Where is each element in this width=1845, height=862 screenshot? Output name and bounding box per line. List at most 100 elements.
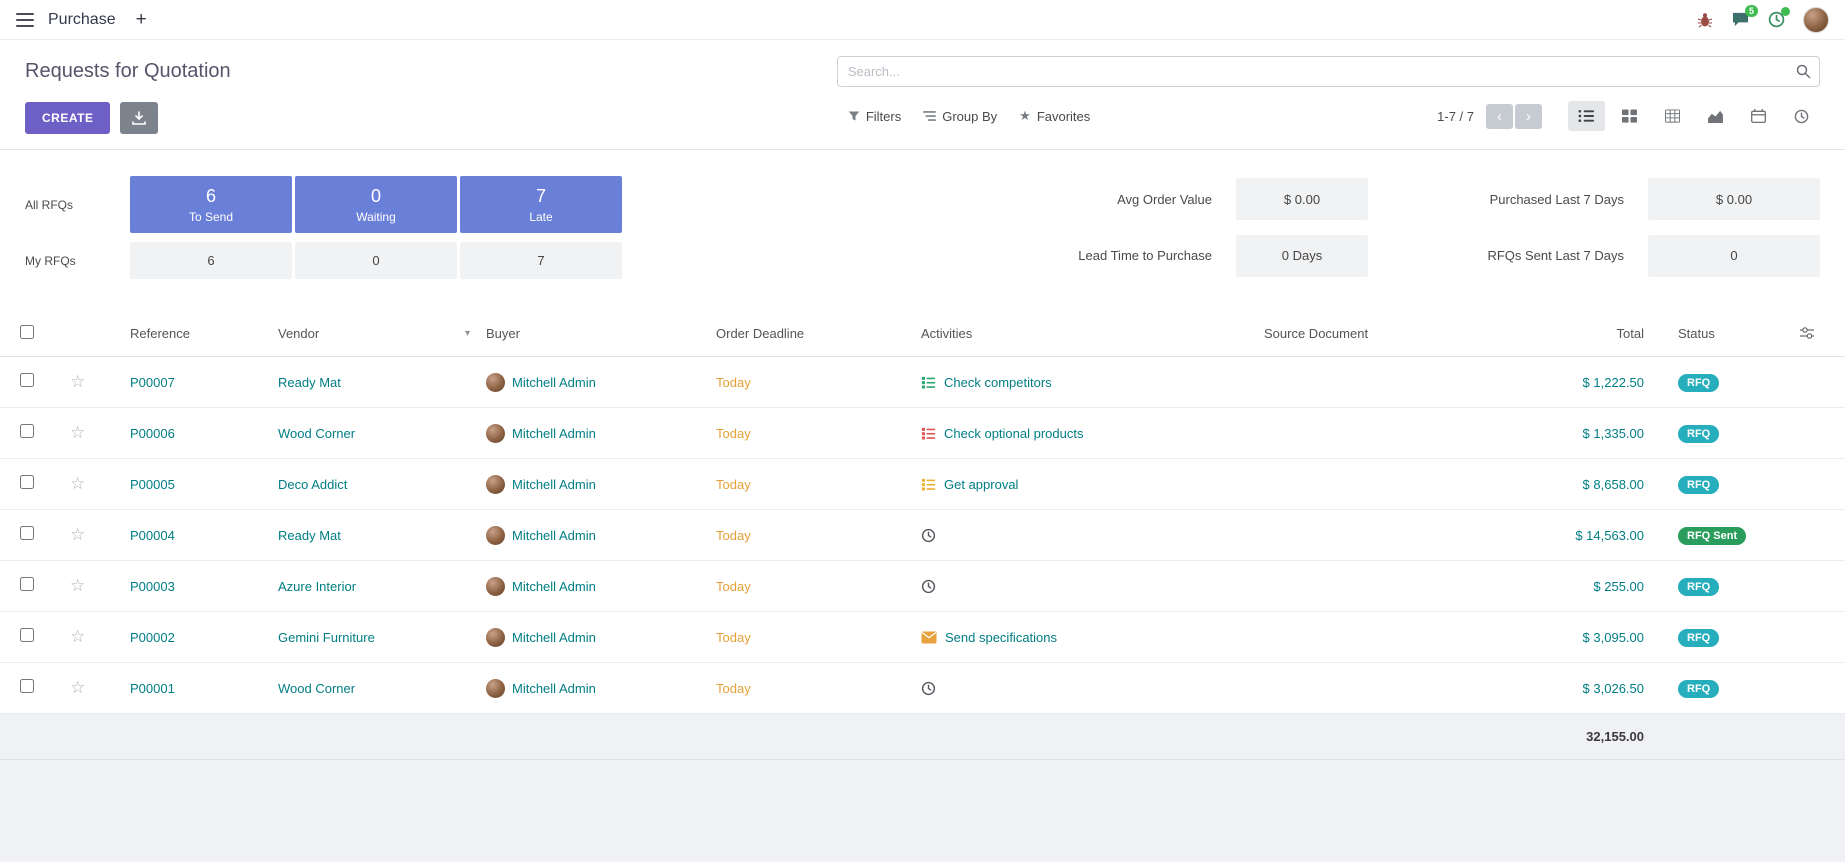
optional-columns-icon[interactable]: [1779, 325, 1825, 341]
favorites-button[interactable]: ★ Favorites: [1008, 102, 1101, 130]
user-avatar[interactable]: [1803, 7, 1829, 33]
header-buyer[interactable]: Buyer: [486, 326, 716, 341]
search-input[interactable]: [837, 56, 1820, 87]
vendor-link[interactable]: Deco Addict: [278, 477, 486, 492]
favorite-star-icon[interactable]: ☆: [70, 423, 85, 442]
search-icon[interactable]: [1795, 63, 1811, 79]
vendor-link[interactable]: Ready Mat: [278, 375, 486, 390]
reference-link[interactable]: P00006: [118, 426, 278, 441]
vendor-link[interactable]: Wood Corner: [278, 426, 486, 441]
header-activities[interactable]: Activities: [921, 326, 1264, 341]
activity-cell[interactable]: [921, 681, 1264, 696]
buyer-name: Mitchell Admin: [512, 579, 596, 594]
activity-mail-icon[interactable]: [921, 631, 937, 644]
table-row[interactable]: ☆ P00003 Azure Interior Mitchell Admin T…: [0, 561, 1845, 612]
calendar-view-icon[interactable]: [1740, 101, 1777, 131]
row-checkbox[interactable]: [20, 475, 34, 489]
export-download-button[interactable]: [120, 102, 158, 134]
activity-clock-icon[interactable]: [921, 579, 936, 594]
table-row[interactable]: ☆ P00002 Gemini Furniture Mitchell Admin…: [0, 612, 1845, 663]
new-tab-plus-icon[interactable]: +: [136, 10, 147, 29]
activity-clock-icon[interactable]: [921, 681, 936, 696]
pager-previous-button[interactable]: ‹: [1486, 104, 1513, 129]
activity-label[interactable]: Check optional products: [944, 426, 1083, 441]
kpi-waiting[interactable]: 0 Waiting: [295, 176, 457, 233]
activity-cell[interactable]: Check competitors: [921, 375, 1264, 390]
buyer-cell[interactable]: Mitchell Admin: [486, 475, 716, 494]
favorite-star-icon[interactable]: ☆: [70, 678, 85, 697]
activities-clock-icon[interactable]: [1768, 11, 1785, 28]
table-row[interactable]: ☆ P00004 Ready Mat Mitchell Admin Today …: [0, 510, 1845, 561]
favorite-star-icon[interactable]: ☆: [70, 372, 85, 391]
kpi-late[interactable]: 7 Late: [460, 176, 622, 233]
graph-view-icon[interactable]: [1697, 101, 1734, 131]
activity-view-icon[interactable]: [1783, 101, 1820, 131]
buyer-cell[interactable]: Mitchell Admin: [486, 424, 716, 443]
status-badge: RFQ: [1678, 425, 1719, 443]
buyer-cell[interactable]: Mitchell Admin: [486, 679, 716, 698]
kpi-to-send[interactable]: 6 To Send: [130, 176, 292, 233]
activity-cell[interactable]: [921, 528, 1264, 543]
buyer-cell[interactable]: Mitchell Admin: [486, 577, 716, 596]
select-all-checkbox[interactable]: [20, 325, 34, 339]
kanban-view-icon[interactable]: [1611, 101, 1648, 131]
table-row[interactable]: ☆ P00001 Wood Corner Mitchell Admin Toda…: [0, 663, 1845, 714]
filters-button[interactable]: Filters: [837, 103, 912, 130]
header-vendor[interactable]: Vendor ▾: [278, 326, 486, 341]
group-by-button[interactable]: Group By: [912, 103, 1008, 130]
activity-list-icon[interactable]: [921, 477, 936, 492]
my-late[interactable]: 7: [460, 242, 622, 279]
row-checkbox[interactable]: [20, 424, 34, 438]
header-total[interactable]: Total: [1524, 326, 1664, 341]
pager-next-button[interactable]: ›: [1515, 104, 1542, 129]
reference-link[interactable]: P00004: [118, 528, 278, 543]
favorite-star-icon[interactable]: ☆: [70, 525, 85, 544]
buyer-cell[interactable]: Mitchell Admin: [486, 373, 716, 392]
vendor-link[interactable]: Azure Interior: [278, 579, 486, 594]
activity-cell[interactable]: [921, 579, 1264, 594]
favorite-star-icon[interactable]: ☆: [70, 576, 85, 595]
buyer-cell[interactable]: Mitchell Admin: [486, 628, 716, 647]
activity-label[interactable]: Check competitors: [944, 375, 1052, 390]
reference-link[interactable]: P00003: [118, 579, 278, 594]
table-row[interactable]: ☆ P00007 Ready Mat Mitchell Admin Today …: [0, 357, 1845, 408]
reference-link[interactable]: P00007: [118, 375, 278, 390]
vendor-link[interactable]: Ready Mat: [278, 528, 486, 543]
header-source-document[interactable]: Source Document: [1264, 326, 1524, 341]
vendor-link[interactable]: Gemini Furniture: [278, 630, 486, 645]
app-menu-purchase[interactable]: Purchase: [48, 11, 116, 29]
favorite-star-icon[interactable]: ☆: [70, 474, 85, 493]
reference-link[interactable]: P00002: [118, 630, 278, 645]
header-status[interactable]: Status: [1664, 326, 1779, 341]
list-view-icon[interactable]: [1568, 101, 1605, 131]
reference-link[interactable]: P00005: [118, 477, 278, 492]
header-reference[interactable]: Reference: [118, 326, 278, 341]
activity-cell[interactable]: Get approval: [921, 477, 1264, 492]
debug-bug-icon[interactable]: [1697, 12, 1713, 28]
buyer-cell[interactable]: Mitchell Admin: [486, 526, 716, 545]
activity-clock-icon[interactable]: [921, 528, 936, 543]
row-checkbox[interactable]: [20, 628, 34, 642]
row-checkbox[interactable]: [20, 679, 34, 693]
create-button[interactable]: CREATE: [25, 102, 110, 134]
favorite-star-icon[interactable]: ☆: [70, 627, 85, 646]
row-checkbox[interactable]: [20, 526, 34, 540]
table-row[interactable]: ☆ P00006 Wood Corner Mitchell Admin Toda…: [0, 408, 1845, 459]
activity-list-icon[interactable]: [921, 426, 936, 441]
activity-cell[interactable]: Check optional products: [921, 426, 1264, 441]
pivot-view-icon[interactable]: [1654, 101, 1691, 131]
hamburger-menu-icon[interactable]: [16, 13, 34, 27]
activity-list-icon[interactable]: [921, 375, 936, 390]
my-waiting[interactable]: 0: [295, 242, 457, 279]
messages-icon[interactable]: 5: [1731, 11, 1750, 28]
vendor-link[interactable]: Wood Corner: [278, 681, 486, 696]
activity-label[interactable]: Get approval: [944, 477, 1018, 492]
reference-link[interactable]: P00001: [118, 681, 278, 696]
activity-label[interactable]: Send specifications: [945, 630, 1057, 645]
header-order-deadline[interactable]: Order Deadline: [716, 326, 921, 341]
table-row[interactable]: ☆ P00005 Deco Addict Mitchell Admin Toda…: [0, 459, 1845, 510]
activity-cell[interactable]: Send specifications: [921, 630, 1264, 645]
my-to-send[interactable]: 6: [130, 242, 292, 279]
row-checkbox[interactable]: [20, 373, 34, 387]
row-checkbox[interactable]: [20, 577, 34, 591]
